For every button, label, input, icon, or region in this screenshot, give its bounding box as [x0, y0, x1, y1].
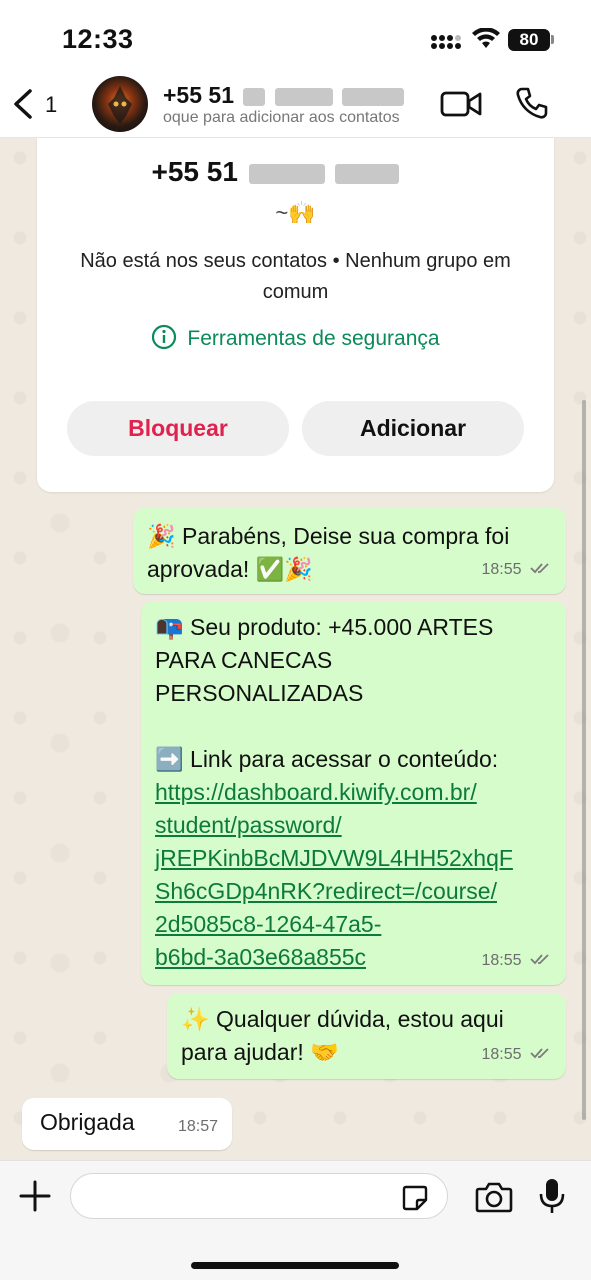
message-time: 18:55 — [481, 1046, 522, 1063]
phone-icon[interactable] — [515, 86, 549, 120]
message-meta: 18:55 — [482, 944, 553, 977]
message-link[interactable]: https://dashboard.kiwify.com.br/ student… — [155, 779, 513, 970]
status-bar: 12:33 80 — [0, 0, 591, 70]
message-input[interactable] — [70, 1173, 448, 1219]
microphone-icon[interactable] — [538, 1177, 566, 1215]
safety-tools-label: Ferramentas de segurança — [187, 327, 440, 350]
card-contact-number: +55 51 — [37, 156, 554, 188]
camera-icon[interactable] — [475, 1181, 513, 1213]
message-text: ✨ Qualquer dúvida, estou aqui para ajuda… — [181, 1006, 504, 1065]
unknown-contact-card: +55 51 ~🙌 Não está nos seus contatos • N… — [37, 138, 554, 492]
wifi-icon — [472, 28, 500, 48]
scrollbar[interactable] — [582, 400, 586, 1120]
composer-bar — [0, 1160, 591, 1280]
message-meta: 18:55 — [482, 1038, 553, 1071]
contact-number-text: +55 51 — [163, 82, 234, 108]
message-bubble-out[interactable]: 🎉 Parabéns, Deise sua compra foi aprovad… — [133, 508, 566, 594]
read-ticks-icon — [530, 954, 549, 965]
signal-icon — [431, 35, 461, 49]
contact-name[interactable]: +55 51 — [163, 82, 405, 109]
status-time: 12:33 — [62, 24, 134, 54]
redacted-block — [248, 163, 325, 184]
battery-indicator: 80 — [508, 29, 550, 51]
unread-count[interactable]: 1 — [45, 92, 57, 118]
video-camera-icon[interactable] — [440, 90, 482, 118]
message-bubble-out[interactable]: ✨ Qualquer dúvida, estou aqui para ajuda… — [167, 993, 566, 1079]
add-contact-button[interactable]: Adicionar — [302, 401, 524, 456]
message-text: 🎉 Parabéns, Deise sua compra foi aprovad… — [147, 523, 510, 582]
redacted-block — [335, 163, 400, 184]
chat-header: 1 +55 51 oque para adicionar aos contato… — [0, 70, 591, 138]
home-indicator — [191, 1262, 399, 1269]
message-text: Obrigada — [40, 1109, 135, 1135]
redacted-block — [274, 87, 333, 106]
message-meta: 18:57 — [178, 1110, 218, 1143]
message-bubble-in[interactable]: Obrigada 18:57 — [22, 1098, 232, 1150]
avatar-image — [108, 86, 132, 124]
message-text: 📭 Seu produto: +45.000 ARTES PARA CANECA… — [155, 611, 513, 974]
redacted-block — [342, 87, 405, 106]
card-number-text: +55 51 — [151, 156, 238, 187]
info-icon — [152, 324, 177, 350]
message-time: 18:55 — [481, 561, 522, 578]
read-ticks-icon — [530, 1048, 549, 1059]
contact-subtitle[interactable]: oque para adicionar aos contatos — [163, 109, 429, 127]
message-body: 📭 Seu produto: +45.000 ARTES PARA CANECA… — [155, 614, 499, 772]
safety-tools-link[interactable]: Ferramentas de segurança — [37, 324, 554, 351]
battery-tip — [551, 35, 554, 44]
block-button[interactable]: Bloquear — [67, 401, 289, 456]
sticker-icon[interactable] — [401, 1184, 429, 1212]
avatar[interactable] — [92, 76, 148, 132]
message-time: 18:55 — [481, 952, 522, 969]
message-time: 18:57 — [177, 1118, 218, 1135]
message-meta: 18:55 — [482, 553, 553, 586]
plus-icon[interactable] — [18, 1179, 52, 1213]
redacted-block — [243, 87, 266, 106]
contact-description: Não está nos seus contatos • Nenhum grup… — [80, 250, 511, 303]
message-bubble-out[interactable]: 📭 Seu produto: +45.000 ARTES PARA CANECA… — [141, 601, 566, 985]
read-ticks-icon — [530, 563, 549, 574]
back-chevron-icon[interactable] — [10, 88, 36, 120]
contact-alias: ~🙌 — [275, 200, 316, 225]
